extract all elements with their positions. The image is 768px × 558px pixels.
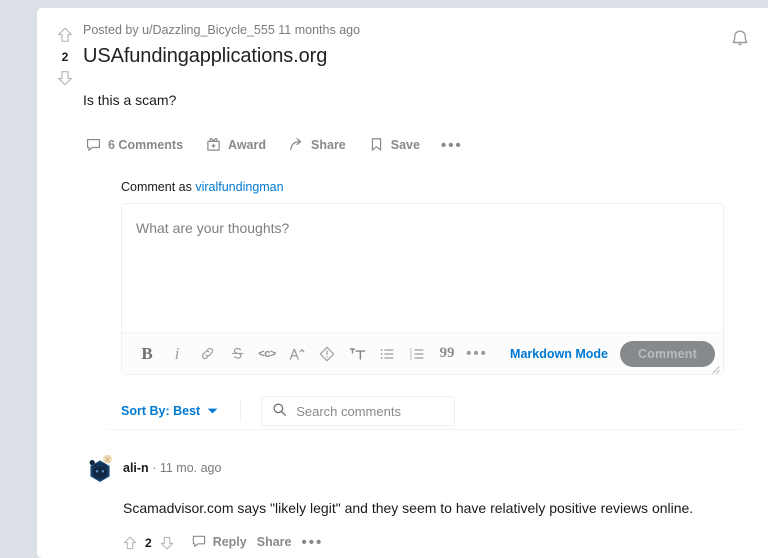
comment-more-options-icon[interactable]: ••• — [296, 533, 328, 552]
resize-grip-handle[interactable] — [710, 361, 720, 374]
share-button[interactable]: Share — [282, 132, 352, 160]
post-content: Posted by u/Dazzling_Bicycle_555 11 mont… — [83, 22, 728, 159]
post-more-options-icon[interactable]: ••• — [436, 136, 468, 155]
comment-bubble-icon — [191, 533, 207, 552]
superscript-icon[interactable] — [282, 339, 312, 369]
comments-button[interactable]: 6 Comments — [79, 132, 189, 160]
editor-toolbar: B i <c> 1 2 3 99 ••• Markdown Mode Comme… — [122, 332, 723, 374]
search-comments-input[interactable]: Search comments — [261, 396, 456, 426]
link-chain-icon[interactable] — [192, 339, 222, 369]
notification-bell-icon[interactable] — [726, 26, 754, 54]
comment-header: ali-n · 11 mo. ago — [85, 452, 728, 484]
award-button[interactable]: Award — [199, 132, 272, 160]
page-root: 2 Posted by u/Dazzling_Bicycle_555 11 mo… — [0, 0, 768, 558]
comment-as-label: Comment as viralfundingman — [121, 180, 724, 194]
gift-award-icon — [205, 136, 222, 156]
comment-score: 2 — [145, 535, 152, 550]
comment-upvote-arrow-icon[interactable] — [119, 532, 141, 554]
comment-as-prefix: Comment as — [121, 180, 192, 194]
italic-button[interactable]: i — [162, 339, 192, 369]
comment-editor: What are your thoughts? B i <c> 1 2 3 99… — [121, 203, 724, 375]
comment-downvote-arrow-icon[interactable] — [156, 532, 178, 554]
comment-action-bar: 2 Reply Share ••• — [119, 530, 728, 555]
share-arrow-icon — [288, 136, 305, 156]
upvote-arrow-icon[interactable] — [54, 24, 76, 46]
save-button[interactable]: Save — [362, 132, 426, 160]
comment-meta-separator: · — [152, 460, 157, 475]
avatar[interactable] — [85, 453, 115, 483]
comment-textarea[interactable]: What are your thoughts? — [122, 204, 723, 332]
numbered-list-icon[interactable]: 1 2 3 — [402, 339, 432, 369]
comment-sort-row: Sort By: Best Search comments — [121, 396, 724, 426]
post-body-text: Is this a scam? — [83, 92, 177, 109]
comment-body: Scamadvisor.com says "likely legit" and … — [123, 500, 694, 516]
inline-code-button[interactable]: <c> — [252, 339, 282, 369]
spoiler-exclamation-icon[interactable] — [312, 339, 342, 369]
post-score: 2 — [61, 50, 69, 64]
comment-share-button[interactable]: Share — [252, 533, 297, 552]
submit-comment-button[interactable]: Comment — [619, 340, 715, 367]
toolbar-more-options-icon[interactable]: ••• — [462, 339, 492, 369]
bold-button[interactable]: B — [132, 339, 162, 369]
sort-by-label: Sort By: Best — [121, 404, 201, 418]
comment-meta: ali-n · 11 mo. ago — [123, 462, 221, 475]
svg-text:3: 3 — [409, 355, 412, 361]
search-comments-placeholder: Search comments — [296, 403, 401, 419]
post-action-bar: 6 Comments Award Share Save ••• — [79, 132, 728, 160]
strikethrough-icon[interactable] — [222, 339, 252, 369]
heading-text-icon[interactable] — [342, 339, 372, 369]
comment-composer: Comment as viralfundingman What are your… — [121, 180, 724, 375]
save-label: Save — [390, 138, 420, 153]
post-card: 2 Posted by u/Dazzling_Bicycle_555 11 mo… — [37, 8, 768, 558]
chevron-down-icon — [207, 404, 218, 418]
post-byline: Posted by u/Dazzling_Bicycle_555 11 mont… — [83, 22, 728, 38]
bulleted-list-icon[interactable] — [372, 339, 402, 369]
quote-button[interactable]: 99 — [432, 339, 462, 369]
sort-by-dropdown[interactable]: Sort By: Best — [121, 404, 218, 418]
markdown-mode-button[interactable]: Markdown Mode — [498, 347, 620, 361]
comment-author[interactable]: ali-n — [123, 461, 149, 475]
comments-label: 6 Comments — [108, 138, 184, 153]
comment-age: 11 mo. ago — [159, 460, 222, 475]
share-label: Share — [311, 138, 346, 153]
sort-search-divider — [240, 400, 242, 422]
post-author[interactable]: u/Dazzling_Bicycle_555 — [142, 23, 275, 37]
downvote-arrow-icon[interactable] — [54, 67, 76, 89]
post-age: 11 months ago — [278, 23, 361, 37]
post-vote-column: 2 — [45, 24, 85, 89]
award-label: Award — [228, 138, 267, 153]
search-icon — [272, 402, 287, 420]
comment-reply-label: Reply — [212, 535, 247, 550]
byline-prefix: Posted by — [83, 23, 139, 37]
comment-thread-item: ali-n · 11 mo. ago Scamadvisor.com says … — [85, 452, 728, 555]
current-username[interactable]: viralfundingman — [195, 180, 283, 194]
comment-reply-button[interactable]: Reply — [186, 530, 252, 555]
bookmark-icon — [368, 136, 385, 156]
comment-bubble-icon — [85, 136, 102, 156]
comments-divider — [107, 429, 740, 430]
post-title: USAfundingapplications.org — [83, 45, 328, 68]
